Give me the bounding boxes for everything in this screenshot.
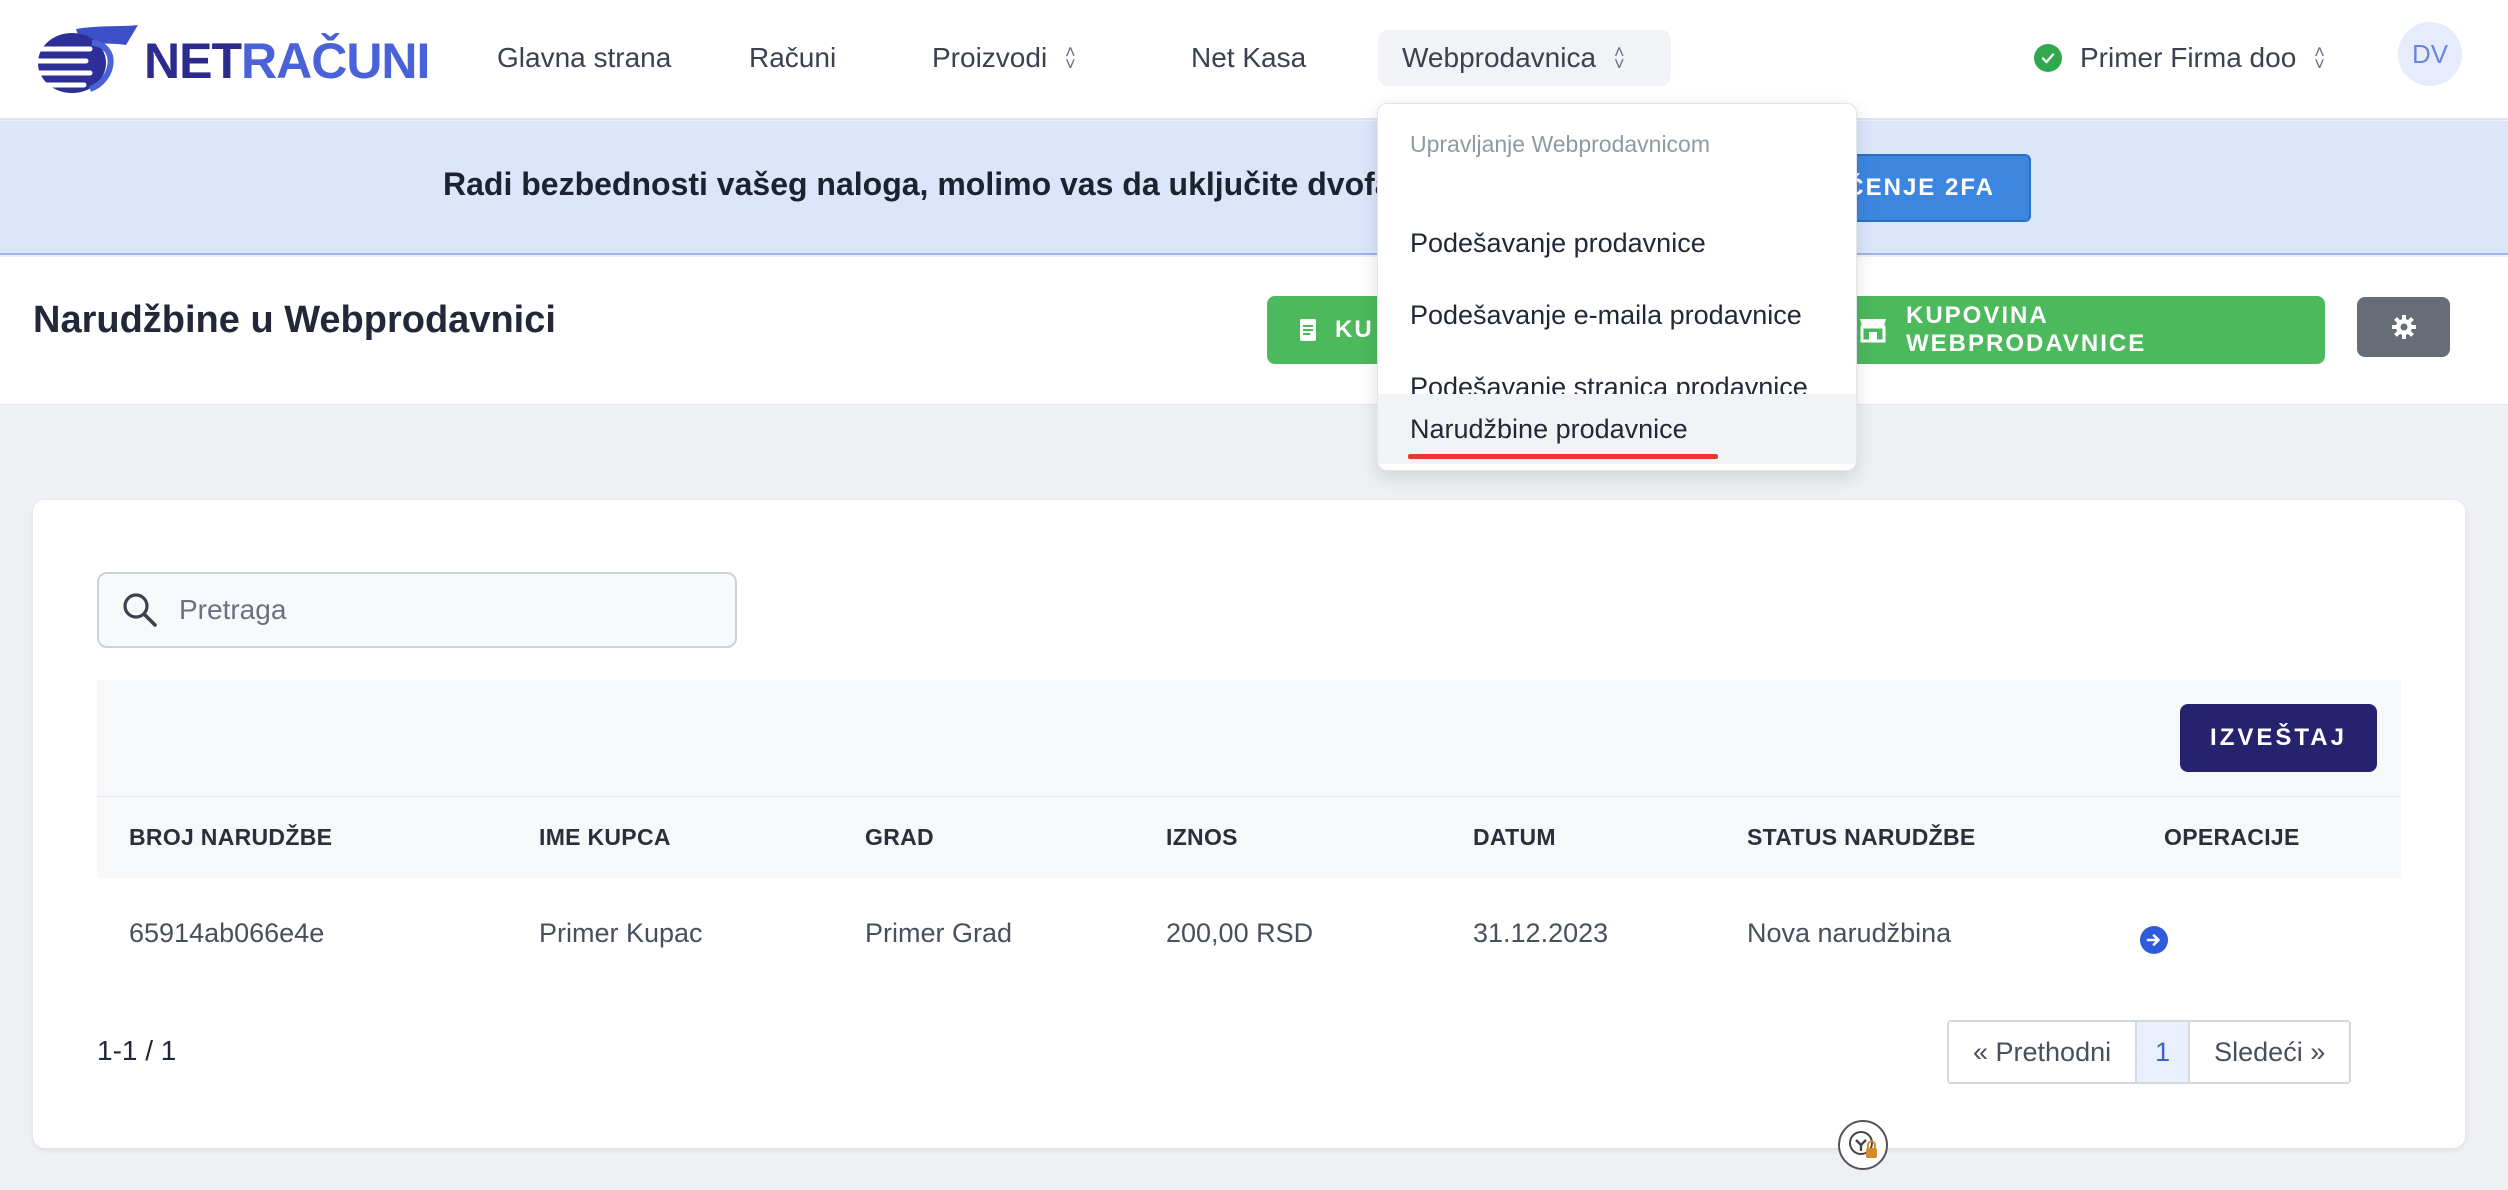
active-underline (1408, 454, 1718, 459)
document-icon (1299, 318, 1317, 342)
menu-item-store-email-settings[interactable]: Podešavanje e-maila prodavnice (1378, 280, 1856, 350)
search-icon (123, 593, 157, 627)
table-header: BROJ NARUDŽBE IME KUPCA GRAD IZNOS DATUM… (97, 796, 2401, 878)
gear-icon (2391, 315, 2416, 339)
report-button[interactable]: IZVEŠTAJ (2180, 704, 2377, 772)
privacy-lock-icon[interactable] (1838, 1120, 1888, 1170)
amount-cell: 200,00 RSD (1166, 917, 1314, 948)
buy-webshop-button[interactable]: KUPOVINA WEBPRODAVNICE (1826, 296, 2325, 364)
company-name: Primer Firma doo (2080, 42, 2297, 73)
nav-label: Glavna strana (497, 42, 672, 73)
column-header[interactable]: IZNOS (1166, 797, 1238, 878)
nav-label: Webprodavnica (1402, 42, 1597, 73)
store-icon (1858, 317, 1888, 343)
logo-mark-icon (30, 25, 138, 93)
webshop-dropdown-menu: Upravljanje Webprodavnicom Podešavanje p… (1377, 103, 1857, 471)
page-header: Narudžbine u Webprodavnici KU KUPOVINA W… (0, 257, 2508, 405)
invoice-button-label: KU (1335, 316, 1374, 343)
nav-label: Proizvodi (932, 42, 1048, 73)
arrow-right-circle-icon[interactable] (2140, 926, 2168, 954)
top-navbar: NETRAČUNI Glavna strana Računi Proizvodi… (0, 0, 2508, 120)
nav-racuni[interactable]: Računi (749, 30, 836, 86)
buy-webshop-label: KUPOVINA WEBPRODAVNICE (1906, 302, 2147, 357)
2fa-banner: Radi bezbednosti vašeg naloga, molimo va… (0, 121, 2508, 255)
search-input[interactable] (179, 594, 699, 626)
column-header[interactable]: STATUS NARUDŽBE (1747, 797, 1976, 878)
prev-page-button[interactable]: « Prethodni (1949, 1022, 2136, 1082)
next-page-button[interactable]: Sledeći » (2188, 1022, 2350, 1082)
date-cell: 31.12.2023 (1473, 917, 1609, 948)
netracuni-logo[interactable]: NETRAČUNI (30, 16, 430, 106)
column-header[interactable]: IME KUPCA (539, 797, 671, 878)
check-circle-icon (2034, 44, 2062, 72)
page-title: Narudžbine u Webprodavnici (33, 299, 556, 341)
menu-item-store-settings[interactable]: Podešavanje prodavnice (1378, 208, 1856, 278)
nav-webprodavnica[interactable]: Webprodavnica ˄ ˅ (1378, 30, 1671, 86)
column-header[interactable]: BROJ NARUDŽBE (129, 797, 332, 878)
column-header[interactable]: GRAD (865, 797, 934, 878)
pagination-summary: 1-1 / 1 (97, 1035, 177, 1066)
city-cell: Primer Grad (865, 917, 1013, 948)
page-1-button[interactable]: 1 (2135, 1022, 2189, 1082)
dropdown-header: Upravljanje Webprodavnicom (1410, 131, 1710, 157)
pagination: « Prethodni 1 Sledeći » (1947, 1020, 2352, 1084)
order-number-cell: 65914ab066e4e (129, 917, 325, 948)
nav-glavna-strana[interactable]: Glavna strana (497, 30, 671, 86)
nav-net-kasa[interactable]: Net Kasa (1191, 30, 1306, 86)
chevron-up-down-icon: ˄ ˅ (1614, 42, 1625, 74)
nav-label: Net Kasa (1191, 42, 1307, 73)
status-cell: Nova narudžbina (1747, 917, 1952, 948)
orders-card: IZVEŠTAJ BROJ NARUDŽBE IME KUPCA GRAD IZ… (33, 500, 2465, 1148)
search-box[interactable] (97, 572, 737, 648)
nav-label: Računi (749, 42, 837, 73)
chevron-up-down-icon: ˄ ˅ (1065, 42, 1076, 74)
column-header[interactable]: DATUM (1473, 797, 1556, 878)
company-switcher[interactable]: Primer Firma doo ˄ ˅ (2034, 30, 2325, 86)
avatar[interactable]: DV (2398, 22, 2462, 86)
operations-cell (2140, 878, 2168, 988)
table-row[interactable]: 65914ab066e4e Primer Kupac Primer Grad 2… (97, 878, 2401, 988)
logo-text: NETRAČUNI (144, 33, 430, 89)
banner-message: Radi bezbednosti vašeg naloga, molimo va… (443, 166, 1441, 202)
column-header: OPERACIJE (2164, 824, 2300, 850)
settings-button[interactable] (2357, 297, 2450, 357)
chevron-up-down-icon: ˄ ˅ (2314, 42, 2325, 74)
nav-proizvodi[interactable]: Proizvodi ˄ ˅ (932, 30, 1076, 86)
orders-table: IZVEŠTAJ BROJ NARUDŽBE IME KUPCA GRAD IZ… (97, 680, 2401, 988)
customer-name-cell: Primer Kupac (539, 917, 703, 948)
